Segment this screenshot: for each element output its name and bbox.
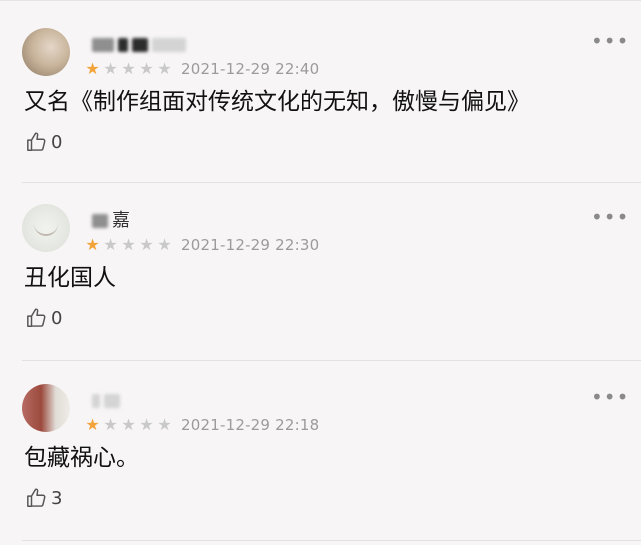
like-button[interactable]: 0 — [26, 306, 62, 330]
rating-row: ★ ★ ★ ★ ★ 2021-12-29 22:40 — [84, 59, 319, 79]
comment-divider — [22, 540, 641, 541]
star-icon: ★ — [103, 59, 118, 78]
star-icon: ★ — [121, 235, 136, 254]
star-icon: ★ — [139, 415, 154, 434]
more-dots-icon[interactable]: ••• — [591, 207, 628, 230]
redacted-name-block — [104, 394, 120, 408]
comment-text: 又名《制作组面对传统文化的无知，傲慢与偏见》 — [24, 89, 530, 115]
star-rating: ★ ★ ★ ★ ★ — [84, 415, 173, 435]
comment-text: 包藏祸心。 — [24, 445, 139, 471]
star-icon: ★ — [121, 59, 136, 78]
more-dots-icon[interactable]: ••• — [591, 31, 628, 54]
username-visible-char: 嘉 — [112, 210, 130, 231]
star-icon: ★ — [103, 415, 118, 434]
thumbs-up-icon — [27, 488, 46, 507]
comment-timestamp: 2021-12-29 22:18 — [181, 416, 320, 434]
star-icon: ★ — [157, 59, 172, 78]
avatar[interactable] — [22, 28, 70, 76]
username[interactable] — [92, 392, 120, 410]
star-icon: ★ — [103, 235, 118, 254]
comment-timestamp: 2021-12-29 22:40 — [181, 60, 320, 78]
redacted-name-block — [92, 38, 114, 52]
redacted-name-block — [118, 38, 128, 52]
star-icon: ★ — [139, 235, 154, 254]
like-button[interactable]: 0 — [26, 130, 62, 154]
star-icon: ★ — [121, 415, 136, 434]
star-rating: ★ ★ ★ ★ ★ — [84, 59, 173, 79]
comment-text: 丑化国人 — [24, 265, 116, 291]
thumbs-up-icon — [27, 308, 46, 327]
top-divider — [0, 0, 641, 1]
like-count: 0 — [51, 307, 63, 329]
star-icon: ★ — [85, 415, 100, 434]
like-button[interactable]: 3 — [26, 486, 62, 510]
username[interactable] — [92, 36, 186, 54]
star-rating: ★ ★ ★ ★ ★ — [84, 235, 173, 255]
star-icon: ★ — [157, 415, 172, 434]
rating-row: ★ ★ ★ ★ ★ 2021-12-29 22:18 — [84, 415, 319, 435]
like-count: 0 — [51, 131, 63, 153]
redacted-name-block — [132, 38, 148, 52]
rating-row: ★ ★ ★ ★ ★ 2021-12-29 22:30 — [84, 235, 319, 255]
star-icon: ★ — [139, 59, 154, 78]
comment-timestamp: 2021-12-29 22:30 — [181, 236, 320, 254]
avatar[interactable] — [22, 204, 70, 252]
star-icon: ★ — [157, 235, 172, 254]
redacted-name-block — [152, 38, 186, 52]
star-icon: ★ — [85, 235, 100, 254]
avatar-face — [34, 224, 58, 236]
redacted-name-block — [92, 394, 100, 408]
thumbs-up-icon — [27, 132, 46, 151]
comment-divider — [22, 182, 641, 183]
username[interactable]: 嘉 — [92, 212, 130, 230]
avatar[interactable] — [22, 384, 70, 432]
star-icon: ★ — [85, 59, 100, 78]
more-dots-icon[interactable]: ••• — [591, 387, 628, 410]
like-count: 3 — [51, 487, 63, 509]
redacted-name-block — [92, 214, 108, 228]
comment-divider — [22, 360, 641, 361]
